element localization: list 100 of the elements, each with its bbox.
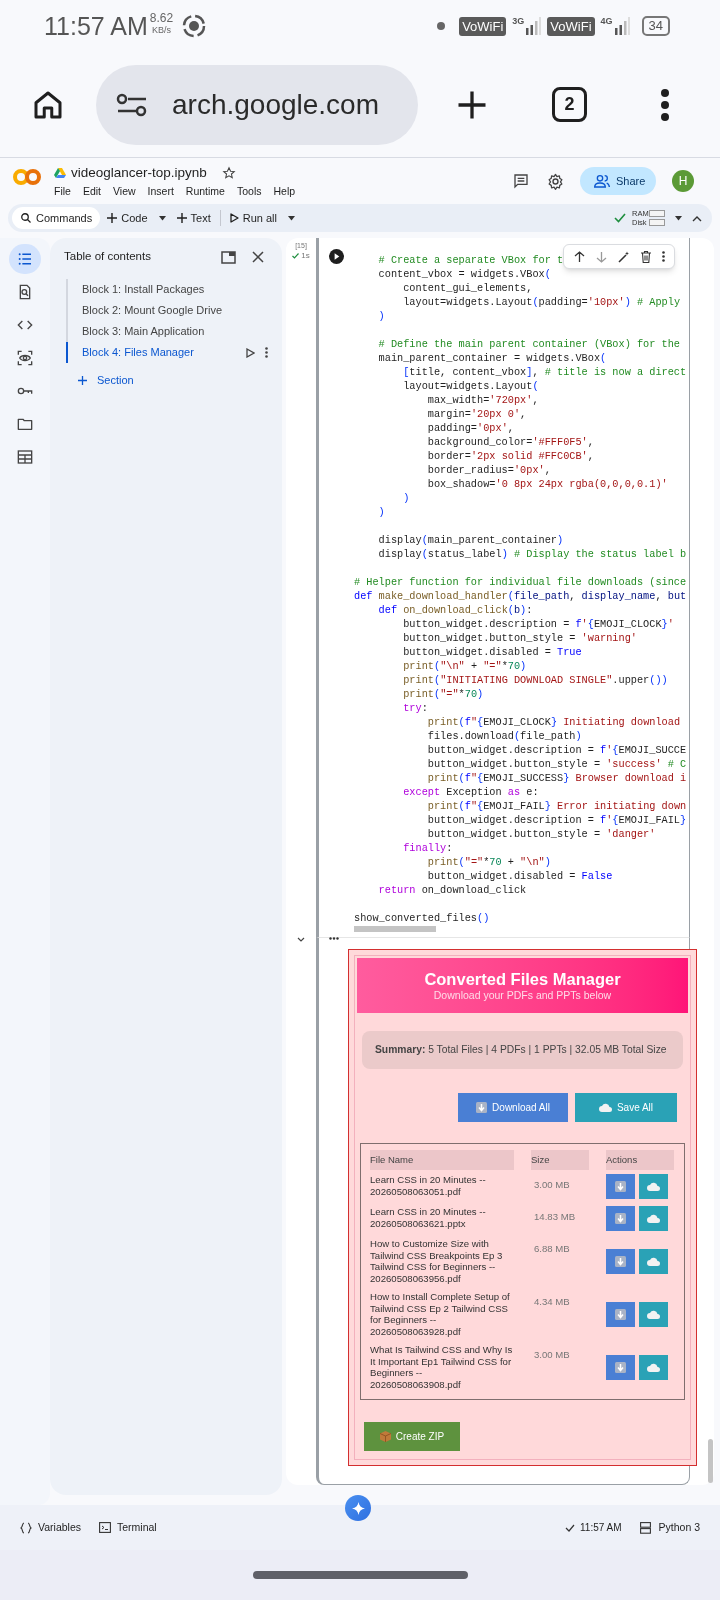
delete-icon[interactable] (640, 250, 651, 263)
add-section-button[interactable]: Section (78, 372, 134, 389)
file-name-cell-text: What Is Tailwind CSS and Why Is It Important Ep1 Tailwind CSS for Beginners -- 20260508063908.pdf (370, 1343, 514, 1392)
file-name-cell-text: How to Install Complete Setup of Tailwind CSS Ep 2 Tailwind CSS for Beginners -- 20260508063928.pdf (370, 1290, 511, 1339)
code-line: except Exception as e: (402, 785, 539, 799)
network-badge: VoWiFi (459, 16, 507, 36)
code-line: content_gui_elements, (402, 281, 533, 295)
menu-item[interactable]: File (54, 183, 71, 200)
sidebar-tab[interactable] (9, 244, 41, 274)
notification-dot-icon (437, 22, 446, 30)
address-bar[interactable]: arch.google.com (96, 64, 418, 145)
package-icon (379, 1431, 391, 1442)
comment-icon[interactable] (513, 173, 529, 189)
code-line: button_widget.button_style = 'danger' (426, 827, 656, 841)
size-cell-text: 6.88 MB (533, 1242, 571, 1256)
runtime-button[interactable]: Python 3 (639, 1519, 700, 1536)
close-icon[interactable] (252, 251, 264, 263)
code-line: files.download(file_path) (426, 729, 582, 743)
magic-edit-icon[interactable] (617, 250, 630, 263)
download-arrow-icon (615, 1308, 626, 1320)
toc-item[interactable]: Block 1: Install Packages (82, 281, 205, 298)
collapse-output-icon[interactable] (297, 937, 305, 943)
terminal-button[interactable]: Terminal (99, 1519, 157, 1536)
code-line: print(f"{EMOJI_SUCCESS} Browser download i (426, 771, 687, 785)
notebook-title[interactable]: videoglancer-top.ipynb (71, 162, 207, 183)
file-name-cell-text: Learn CSS in 20 Minutes -- 20260508063051.pdf (370, 1173, 487, 1199)
code-line: display(main_parent_container) (377, 533, 564, 547)
code-line: display(status_label) # Display the status label b (377, 547, 687, 561)
menu-item[interactable]: Tools (236, 183, 262, 200)
tab-count-button[interactable]: 2 (552, 87, 587, 122)
share-button[interactable]: Share (580, 167, 656, 195)
panel-title: Table of contents (64, 249, 151, 265)
connected-check-icon (614, 213, 626, 223)
toc-item[interactable]: Block 3: Main Application (82, 323, 205, 340)
save-button[interactable] (639, 1248, 668, 1274)
toolbar-button[interactable]: Code (103, 207, 152, 229)
search-icon (20, 212, 32, 224)
network-badge: VoWiFi (547, 16, 595, 36)
toolbar-button[interactable]: Run all (225, 207, 281, 229)
move-up-icon[interactable] (573, 250, 585, 263)
menu-item[interactable]: Runtime (185, 183, 225, 200)
code-line: main_parent_container = widgets.VBox( (377, 351, 607, 365)
download-arrow-icon (615, 1255, 626, 1267)
cloud-icon (647, 1362, 660, 1372)
code-line: [title, content_vbox], # title is now a direct (402, 365, 687, 379)
save-button[interactable] (639, 1174, 668, 1199)
plus-icon (176, 213, 187, 223)
save-button[interactable] (639, 1354, 668, 1380)
run-cell-icon[interactable] (329, 249, 344, 264)
settings-icon[interactable] (547, 172, 564, 190)
move-down-icon[interactable] (595, 250, 607, 263)
download-button[interactable] (606, 1301, 635, 1327)
find-document-icon (17, 284, 33, 300)
menu-item[interactable]: Edit (82, 183, 101, 200)
create-zip-button[interactable]: Create ZIP (364, 1422, 460, 1451)
code-line: print(f"{EMOJI_FAIL} Error initiating down (426, 799, 687, 813)
terminal-icon (99, 1522, 111, 1533)
menu-item[interactable]: View (113, 183, 136, 200)
code-line: button_widget.description = f'{EMOJI_SUCCE (426, 743, 687, 757)
more-menu-icon[interactable] (660, 86, 670, 123)
download-arrow-icon (615, 1361, 626, 1373)
download-button[interactable] (606, 1174, 635, 1199)
download-button[interactable] (606, 1206, 635, 1231)
toolbar-button[interactable]: Commands (12, 207, 101, 229)
run-duration: 1s (301, 252, 310, 260)
collapse-icon[interactable] (692, 214, 702, 222)
output-menu-icon[interactable] (328, 937, 339, 940)
vertical-scrollbar[interactable] (708, 1439, 713, 1483)
code-line: box_shadow='0 8px 24px rgba(0,0,0,0.1)' (426, 477, 668, 491)
download-button[interactable] (606, 1354, 635, 1380)
download-button[interactable] (606, 1248, 635, 1274)
code-line: # Create a separate VBox for t (377, 253, 564, 267)
code-line: print("="*70) (402, 687, 484, 701)
toolbar-button[interactable]: Text (172, 207, 215, 229)
success-check-icon (292, 253, 300, 259)
plus-icon (78, 375, 87, 385)
code-line: def on_download_click(b): (377, 603, 533, 617)
run-section-icon[interactable] (246, 347, 255, 358)
more-icon[interactable] (661, 251, 665, 262)
save-button[interactable] (639, 1301, 668, 1327)
code-line: padding='0px', (426, 421, 514, 435)
star-icon[interactable] (221, 165, 236, 180)
toc-item[interactable]: Block 4: Files Manager (82, 344, 194, 361)
action-button[interactable]: Download All (458, 1093, 568, 1122)
more-icon[interactable] (265, 347, 268, 358)
signal-icon (525, 17, 542, 35)
menu-item[interactable]: Help (273, 183, 296, 200)
variables-button[interactable]: Variables (20, 1519, 81, 1536)
size-cell-text: 4.34 MB (533, 1295, 571, 1309)
horizontal-scrollbar[interactable] (354, 926, 436, 932)
open-in-panel-icon[interactable] (221, 250, 236, 264)
save-button[interactable] (639, 1206, 668, 1231)
sparkle-icon (351, 1501, 365, 1515)
menu-item[interactable]: Insert (147, 183, 174, 200)
code-line: button_widget.button_style = 'success' # C (426, 757, 687, 771)
screen-record-icon (181, 13, 208, 39)
gemini-button[interactable] (345, 1495, 371, 1521)
cloud-icon (647, 1214, 660, 1223)
download-arrow-icon (476, 1102, 488, 1113)
toc-item[interactable]: Block 2: Mount Google Drive (82, 302, 222, 319)
